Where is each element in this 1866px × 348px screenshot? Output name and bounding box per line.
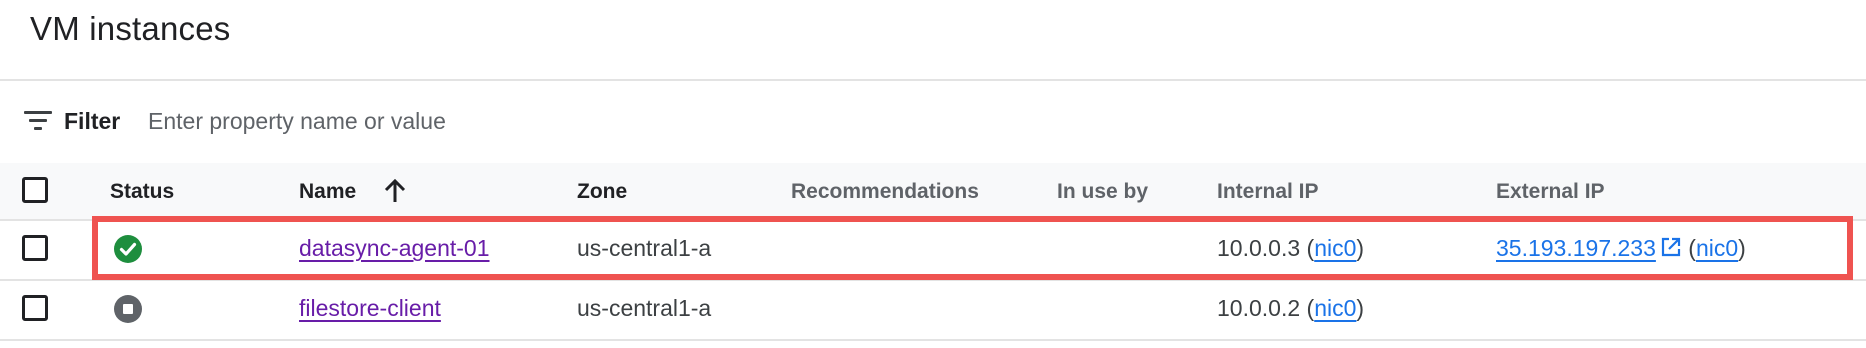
external-nic-link[interactable]: nic0 [1696, 235, 1738, 261]
check-circle-icon [114, 235, 142, 263]
vm-name-link[interactable]: datasync-agent-01 [299, 235, 490, 262]
table-row: datasync-agent-01 us-central1-a 10.0.0.3… [0, 221, 1866, 279]
column-header-in-use-by[interactable]: In use by [1057, 180, 1148, 204]
table-header: Status Name Zone Recommendations In use … [0, 163, 1866, 220]
zone-cell: us-central1-a [577, 235, 712, 261]
zone-cell: us-central1-a [577, 295, 712, 321]
external-ip-link[interactable]: 35.193.197.233 [1496, 235, 1656, 261]
column-header-external-ip[interactable]: External IP [1496, 180, 1605, 204]
select-all-checkbox[interactable] [22, 177, 48, 203]
column-header-name[interactable]: Name [299, 180, 356, 204]
internal-ip-cell: 10.0.0.2 (nic0) [1217, 295, 1365, 321]
external-ip-cell: 35.193.197.233 (nic0) [1496, 235, 1746, 261]
row-checkbox[interactable] [22, 235, 48, 261]
internal-ip-value: 10.0.0.3 [1217, 235, 1301, 261]
row-divider [0, 339, 1866, 341]
row-checkbox[interactable] [22, 295, 48, 321]
arrow-up-icon[interactable] [384, 178, 406, 204]
stop-circle-icon [114, 295, 142, 323]
column-header-status[interactable]: Status [110, 180, 174, 204]
internal-ip-cell: 10.0.0.3 (nic0) [1217, 235, 1365, 261]
table-row: filestore-client us-central1-a 10.0.0.2 … [0, 281, 1866, 339]
vm-name-link[interactable]: filestore-client [299, 295, 441, 322]
internal-nic-link[interactable]: nic0 [1314, 235, 1356, 261]
filter-lines-icon[interactable] [24, 111, 52, 131]
filter-label[interactable]: Filter [64, 108, 120, 135]
filter-bar: Filter [0, 82, 1866, 162]
internal-nic-link[interactable]: nic0 [1314, 295, 1356, 321]
filter-input[interactable] [148, 102, 848, 140]
page-title: VM instances [30, 10, 231, 47]
column-header-internal-ip[interactable]: Internal IP [1217, 180, 1319, 204]
internal-ip-value: 10.0.0.2 [1217, 295, 1301, 321]
open-in-new-icon[interactable] [1660, 236, 1682, 258]
column-header-zone[interactable]: Zone [577, 180, 627, 204]
title-divider [0, 79, 1866, 81]
column-header-recommendations[interactable]: Recommendations [791, 180, 979, 204]
